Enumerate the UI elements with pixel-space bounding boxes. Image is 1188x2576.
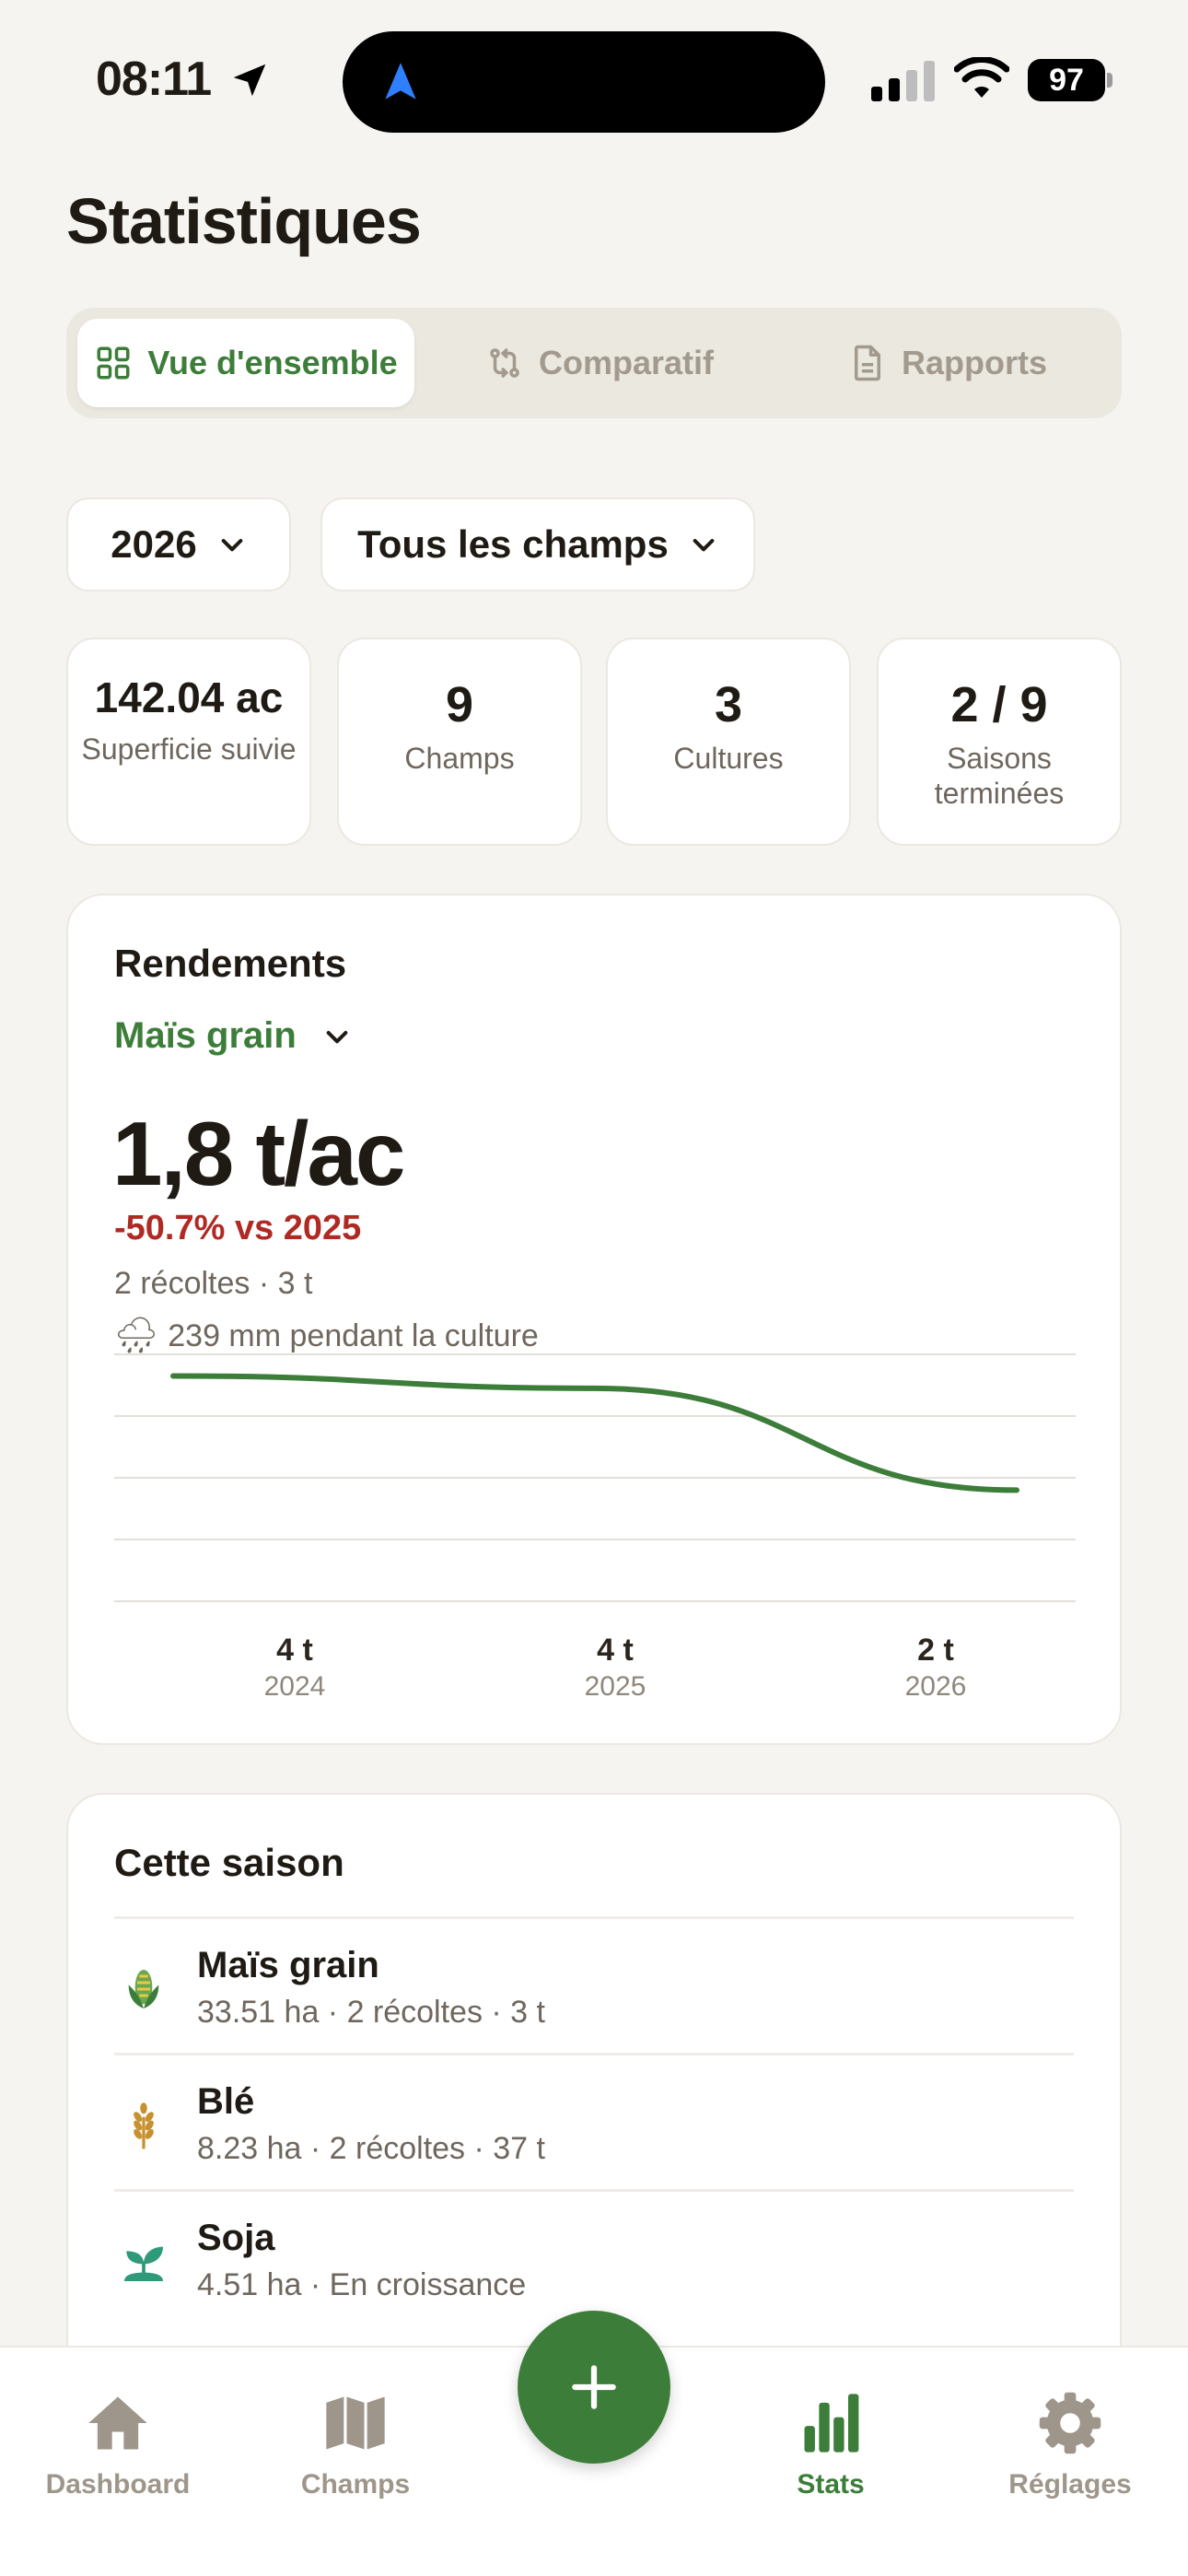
stat-crops-value: 3 bbox=[714, 677, 743, 732]
tab-overview-label: Vue d'ensemble bbox=[147, 344, 398, 381]
tab-dashboard[interactable]: Dashboard bbox=[17, 2388, 219, 2500]
stat-crops-label: Cultures bbox=[673, 742, 784, 775]
tab-dashboard-label: Dashboard bbox=[45, 2469, 191, 2500]
corn-icon bbox=[114, 1960, 173, 2019]
stat-card-seasons: 2 / 9 Saisons terminées bbox=[877, 638, 1122, 846]
chevron-down-icon bbox=[326, 1030, 348, 1043]
wheat-icon bbox=[114, 2096, 173, 2155]
stat-seasons-label: Saisons terminées bbox=[934, 742, 1065, 810]
compare-icon bbox=[490, 348, 519, 378]
tab-reglages[interactable]: Réglages bbox=[969, 2388, 1171, 2500]
tab-champs[interactable]: Champs bbox=[254, 2388, 457, 2500]
document-icon bbox=[854, 345, 880, 381]
stat-fields-value: 9 bbox=[445, 677, 474, 732]
crop-selector-label: Maïs grain bbox=[114, 1015, 297, 1056]
cellular-signal-icon bbox=[871, 61, 935, 101]
fields-dropdown-value: Tous les champs bbox=[357, 522, 669, 566]
view-segmented-control: Vue d'ensemble Comparatif Rapports bbox=[66, 308, 1122, 418]
map-icon bbox=[326, 2396, 385, 2450]
fields-dropdown[interactable]: Tous les champs bbox=[320, 498, 755, 591]
chart-value-label: 4 t bbox=[276, 1633, 313, 1668]
chevron-down-icon bbox=[693, 539, 715, 552]
tab-reglages-label: Réglages bbox=[1008, 2469, 1132, 2500]
tab-comparatif-label: Comparatif bbox=[538, 344, 715, 381]
page-title: Statistiques bbox=[66, 185, 422, 257]
stat-seasons-value: 2 / 9 bbox=[950, 677, 1048, 732]
season-item-corn[interactable]: Maïs grain 33.51 ha · 2 récoltes · 3 t bbox=[114, 1916, 1074, 2053]
gear-icon bbox=[1039, 2392, 1101, 2454]
chart-x-tick: 2025 bbox=[584, 1671, 646, 1702]
tab-rapports-label: Rapports bbox=[901, 344, 1047, 381]
battery-level: 97 bbox=[1028, 59, 1105, 101]
stat-card-crops: 3 Cultures bbox=[606, 638, 851, 846]
plus-icon bbox=[572, 2365, 616, 2409]
dynamic-island bbox=[343, 31, 825, 133]
chart-x-tick: 2024 bbox=[263, 1671, 326, 1702]
yield-line-chart bbox=[114, 1353, 1076, 1602]
chart-x-tick: 2026 bbox=[904, 1671, 967, 1702]
year-dropdown[interactable]: 2026 bbox=[66, 498, 291, 591]
location-arrow-icon bbox=[233, 64, 266, 97]
season-item-detail: 8.23 ha · 2 récoltes · 37 t bbox=[197, 2131, 545, 2166]
chart-value-label: 4 t bbox=[597, 1633, 634, 1668]
stat-card-fields: 9 Champs bbox=[337, 638, 582, 846]
status-bar: 08:11 97 bbox=[0, 0, 1188, 166]
stat-area-value: 142.04 ac bbox=[94, 673, 284, 721]
rainfall-text: 239 mm pendant la culture bbox=[168, 1317, 539, 1353]
bar-chart-icon bbox=[804, 2394, 859, 2453]
season-title: Cette saison bbox=[114, 1841, 344, 1884]
year-dropdown-value: 2026 bbox=[111, 522, 197, 566]
crop-selector[interactable]: Maïs grain bbox=[114, 1015, 352, 1057]
navigation-icon bbox=[385, 63, 416, 100]
chevron-down-icon bbox=[221, 539, 243, 552]
home-icon bbox=[88, 2396, 147, 2450]
grid-icon bbox=[97, 346, 130, 380]
battery-indicator: 97 bbox=[1028, 59, 1112, 101]
yield-value: 1,8 t/ac bbox=[112, 1103, 405, 1204]
sprout-icon bbox=[114, 2232, 173, 2291]
battery-tip bbox=[1107, 73, 1112, 88]
tab-overview[interactable]: Vue d'ensemble bbox=[77, 319, 414, 407]
stat-fields-label: Champs bbox=[404, 742, 515, 775]
harvest-summary: 2 récoltes · 3 t bbox=[114, 1266, 313, 1301]
tab-stats-label: Stats bbox=[797, 2469, 865, 2500]
add-button[interactable] bbox=[518, 2311, 670, 2464]
tab-champs-label: Champs bbox=[300, 2469, 411, 2500]
wifi-icon bbox=[954, 57, 1009, 98]
season-item-detail: 33.51 ha · 2 récoltes · 3 t bbox=[197, 1995, 545, 2030]
season-item-name: Blé bbox=[197, 2081, 255, 2122]
season-item-wheat[interactable]: Blé 8.23 ha · 2 récoltes · 37 t bbox=[114, 2053, 1074, 2189]
season-item-soy[interactable]: Soja 4.51 ha · En croissance bbox=[114, 2189, 1074, 2325]
stat-card-area: 142.04 ac Superficie suivie bbox=[66, 638, 311, 846]
stat-area-label: Superficie suivie bbox=[81, 732, 297, 766]
chart-value-label: 2 t bbox=[917, 1633, 954, 1668]
tab-comparatif[interactable]: Comparatif bbox=[431, 319, 768, 407]
chart-grid bbox=[114, 1353, 1076, 1602]
season-card: Cette saison Maïs grain 33.51 ha · 2 réc… bbox=[66, 1793, 1122, 2383]
status-time: 08:11 bbox=[96, 53, 212, 106]
yields-card: Rendements Maïs grain 1,8 t/ac -50.7% vs… bbox=[66, 894, 1122, 1745]
yields-title: Rendements bbox=[114, 942, 347, 985]
tab-stats[interactable]: Stats bbox=[729, 2388, 932, 2500]
season-item-detail: 4.51 ha · En croissance bbox=[197, 2267, 527, 2302]
tab-rapports[interactable]: Rapports bbox=[785, 319, 1111, 407]
chart-series-line bbox=[170, 1373, 1019, 1493]
season-item-name: Maïs grain bbox=[197, 1945, 379, 1985]
yield-delta: -50.7% vs 2025 bbox=[114, 1209, 362, 1247]
season-item-name: Soja bbox=[197, 2218, 275, 2258]
